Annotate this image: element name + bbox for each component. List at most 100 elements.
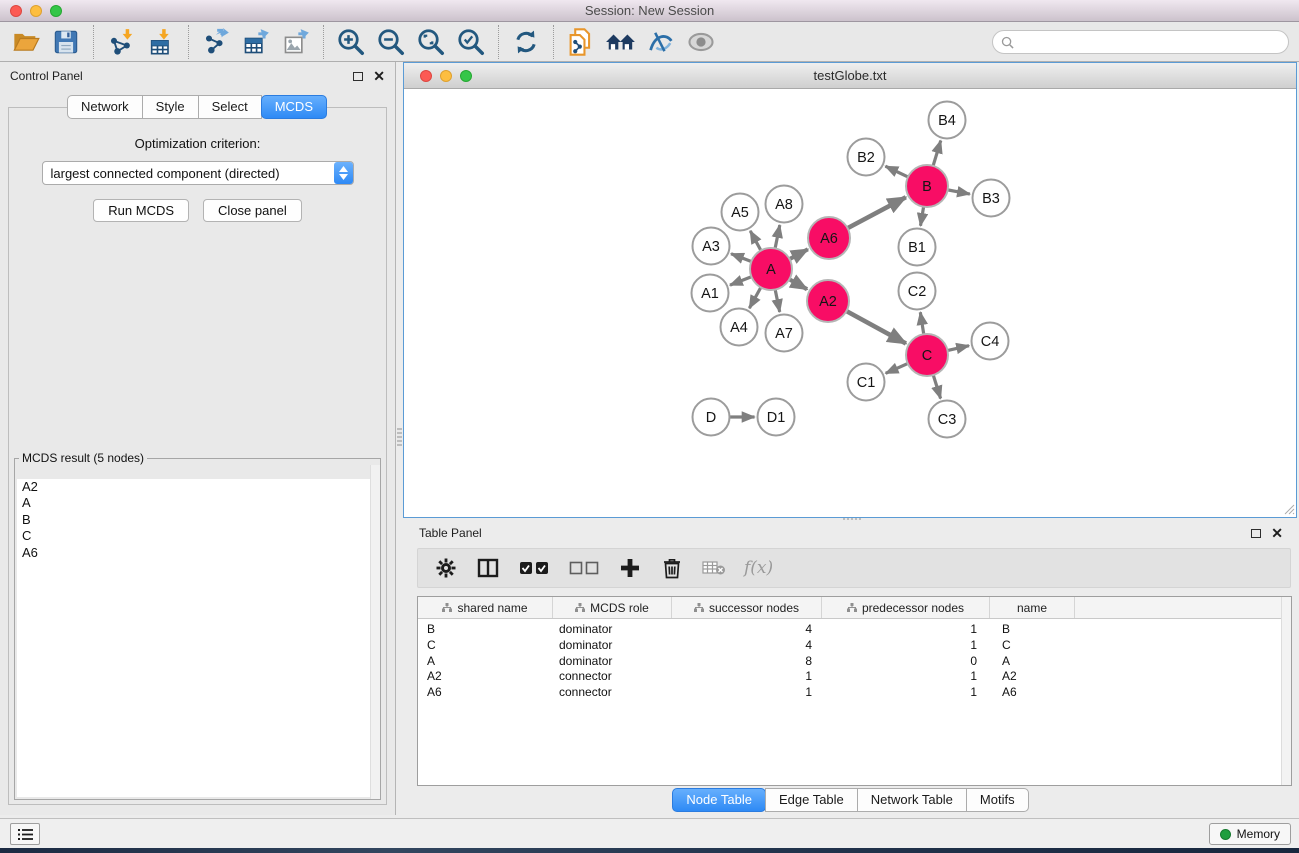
table-cell[interactable]: dominator — [553, 654, 672, 670]
table-cell[interactable]: A6 — [418, 685, 553, 701]
delete-column-button[interactable] — [660, 556, 684, 580]
edge-B-B2[interactable] — [885, 166, 909, 178]
table-cell[interactable]: 1 — [822, 685, 990, 701]
close-panel-icon[interactable]: ✕ — [373, 71, 385, 81]
search-input[interactable] — [1014, 33, 1288, 51]
table-cell[interactable]: 8 — [672, 654, 822, 670]
column-header-MCDS-role[interactable]: MCDS role — [553, 597, 672, 618]
network-canvas[interactable]: B4B2BB3A5A8A6A3B1AA1C2A2A4A7C4CC1DD1C3 — [404, 89, 1296, 516]
network-maximize-icon[interactable] — [460, 70, 472, 82]
clone-network-button[interactable] — [561, 24, 601, 60]
add-column-button[interactable] — [618, 556, 642, 580]
table-cell[interactable]: 4 — [672, 622, 822, 638]
table-cell[interactable]: 1 — [672, 669, 822, 685]
delete-table-button[interactable] — [702, 556, 726, 580]
table-cell[interactable]: 1 — [672, 685, 822, 701]
table-row[interactable]: Bdominator41B — [418, 622, 1291, 638]
tab-network[interactable]: Network — [67, 95, 143, 119]
table-close-panel-icon[interactable]: ✕ — [1271, 528, 1283, 538]
minimize-window-icon[interactable] — [30, 5, 42, 17]
mcds-result-item[interactable]: A6 — [17, 545, 378, 561]
edge-A-A6[interactable] — [788, 249, 808, 260]
tab-mcds[interactable]: MCDS — [261, 95, 327, 119]
edge-C-C4[interactable] — [946, 346, 969, 351]
tab-edge-table[interactable]: Edge Table — [765, 788, 858, 812]
show-columns-button[interactable] — [476, 556, 500, 580]
edge-A-A4[interactable] — [749, 286, 761, 309]
network-minimize-icon[interactable] — [440, 70, 452, 82]
memory-button[interactable]: Memory — [1209, 823, 1291, 845]
tab-select[interactable]: Select — [198, 95, 262, 119]
table-row[interactable]: A2connector11A2 — [418, 669, 1291, 685]
hide-selected-button[interactable] — [641, 24, 681, 60]
export-image-button[interactable] — [276, 24, 316, 60]
float-panel-icon[interactable] — [353, 72, 363, 81]
table-row[interactable]: Cdominator41C — [418, 638, 1291, 654]
close-panel-button[interactable]: Close panel — [203, 199, 302, 222]
mcds-result-list[interactable]: A2ABCA6 — [17, 479, 378, 797]
table-cell[interactable]: dominator — [553, 638, 672, 654]
run-mcds-button[interactable]: Run MCDS — [93, 199, 189, 222]
edge-C-C2[interactable] — [920, 312, 924, 336]
resize-grip-icon[interactable] — [1281, 501, 1295, 515]
edge-C-C1[interactable] — [886, 363, 910, 374]
tab-motifs[interactable]: Motifs — [966, 788, 1029, 812]
mcds-list-scrollbar[interactable] — [370, 465, 380, 799]
table-cell[interactable]: C — [990, 638, 1075, 654]
close-window-icon[interactable] — [10, 5, 22, 17]
zoom-fit-button[interactable] — [411, 24, 451, 60]
table-row[interactable]: Adominator80A — [418, 654, 1291, 670]
table-cell[interactable]: connector — [553, 669, 672, 685]
table-cell[interactable]: A2 — [990, 669, 1075, 685]
table-scrollbar[interactable] — [1281, 597, 1291, 785]
mcds-result-item[interactable]: A2 — [17, 479, 378, 495]
table-cell[interactable]: A2 — [418, 669, 553, 685]
deselect-all-button[interactable] — [568, 556, 600, 580]
table-cell[interactable]: A6 — [990, 685, 1075, 701]
edge-A-A3[interactable] — [731, 254, 753, 263]
edge-A-A2[interactable] — [788, 278, 808, 289]
table-cell[interactable]: 1 — [822, 622, 990, 638]
column-header-shared-name[interactable]: shared name — [418, 597, 553, 618]
table-cell[interactable]: connector — [553, 685, 672, 701]
edge-A-A8[interactable] — [775, 225, 780, 250]
first-neighbors-button[interactable] — [601, 24, 641, 60]
table-cell[interactable]: C — [418, 638, 553, 654]
search-box[interactable] — [992, 30, 1289, 54]
table-cell[interactable]: 1 — [822, 638, 990, 654]
table-cell[interactable]: A — [418, 654, 553, 670]
edge-C-C3[interactable] — [933, 373, 941, 398]
table-float-panel-icon[interactable] — [1251, 529, 1261, 538]
tab-node-table[interactable]: Node Table — [672, 788, 766, 812]
zoom-selected-button[interactable] — [451, 24, 491, 60]
mcds-result-item[interactable]: B — [17, 512, 378, 528]
table-cell[interactable]: B — [418, 622, 553, 638]
table-cell[interactable]: 4 — [672, 638, 822, 654]
table-cell[interactable]: 0 — [822, 654, 990, 670]
column-header-predecessor-nodes[interactable]: predecessor nodes — [822, 597, 990, 618]
zoom-out-button[interactable] — [371, 24, 411, 60]
table-row[interactable]: A6connector11A6 — [418, 685, 1291, 701]
export-network-button[interactable] — [196, 24, 236, 60]
network-window-titlebar[interactable]: testGlobe.txt — [404, 63, 1296, 89]
mcds-result-item[interactable]: A — [17, 495, 378, 511]
export-table-button[interactable] — [236, 24, 276, 60]
maximize-window-icon[interactable] — [50, 5, 62, 17]
panel-divider-grip[interactable] — [397, 428, 402, 446]
edge-A-A7[interactable] — [775, 288, 780, 312]
mcds-result-item[interactable]: C — [17, 528, 378, 544]
criterion-dropdown[interactable]: largest connected component (directed) — [42, 161, 354, 185]
show-all-button[interactable] — [681, 24, 721, 60]
edge-A6-B[interactable] — [846, 197, 906, 229]
open-session-button[interactable] — [6, 24, 46, 60]
refresh-button[interactable] — [506, 24, 546, 60]
table-cell[interactable]: A — [990, 654, 1075, 670]
column-header-successor-nodes[interactable]: successor nodes — [672, 597, 822, 618]
zoom-in-button[interactable] — [331, 24, 371, 60]
table-settings-button[interactable] — [434, 556, 458, 580]
tab-network-table[interactable]: Network Table — [857, 788, 967, 812]
column-header-name[interactable]: name — [990, 597, 1075, 618]
save-session-button[interactable] — [46, 24, 86, 60]
edge-A-A1[interactable] — [730, 276, 753, 285]
table-cell[interactable]: dominator — [553, 622, 672, 638]
